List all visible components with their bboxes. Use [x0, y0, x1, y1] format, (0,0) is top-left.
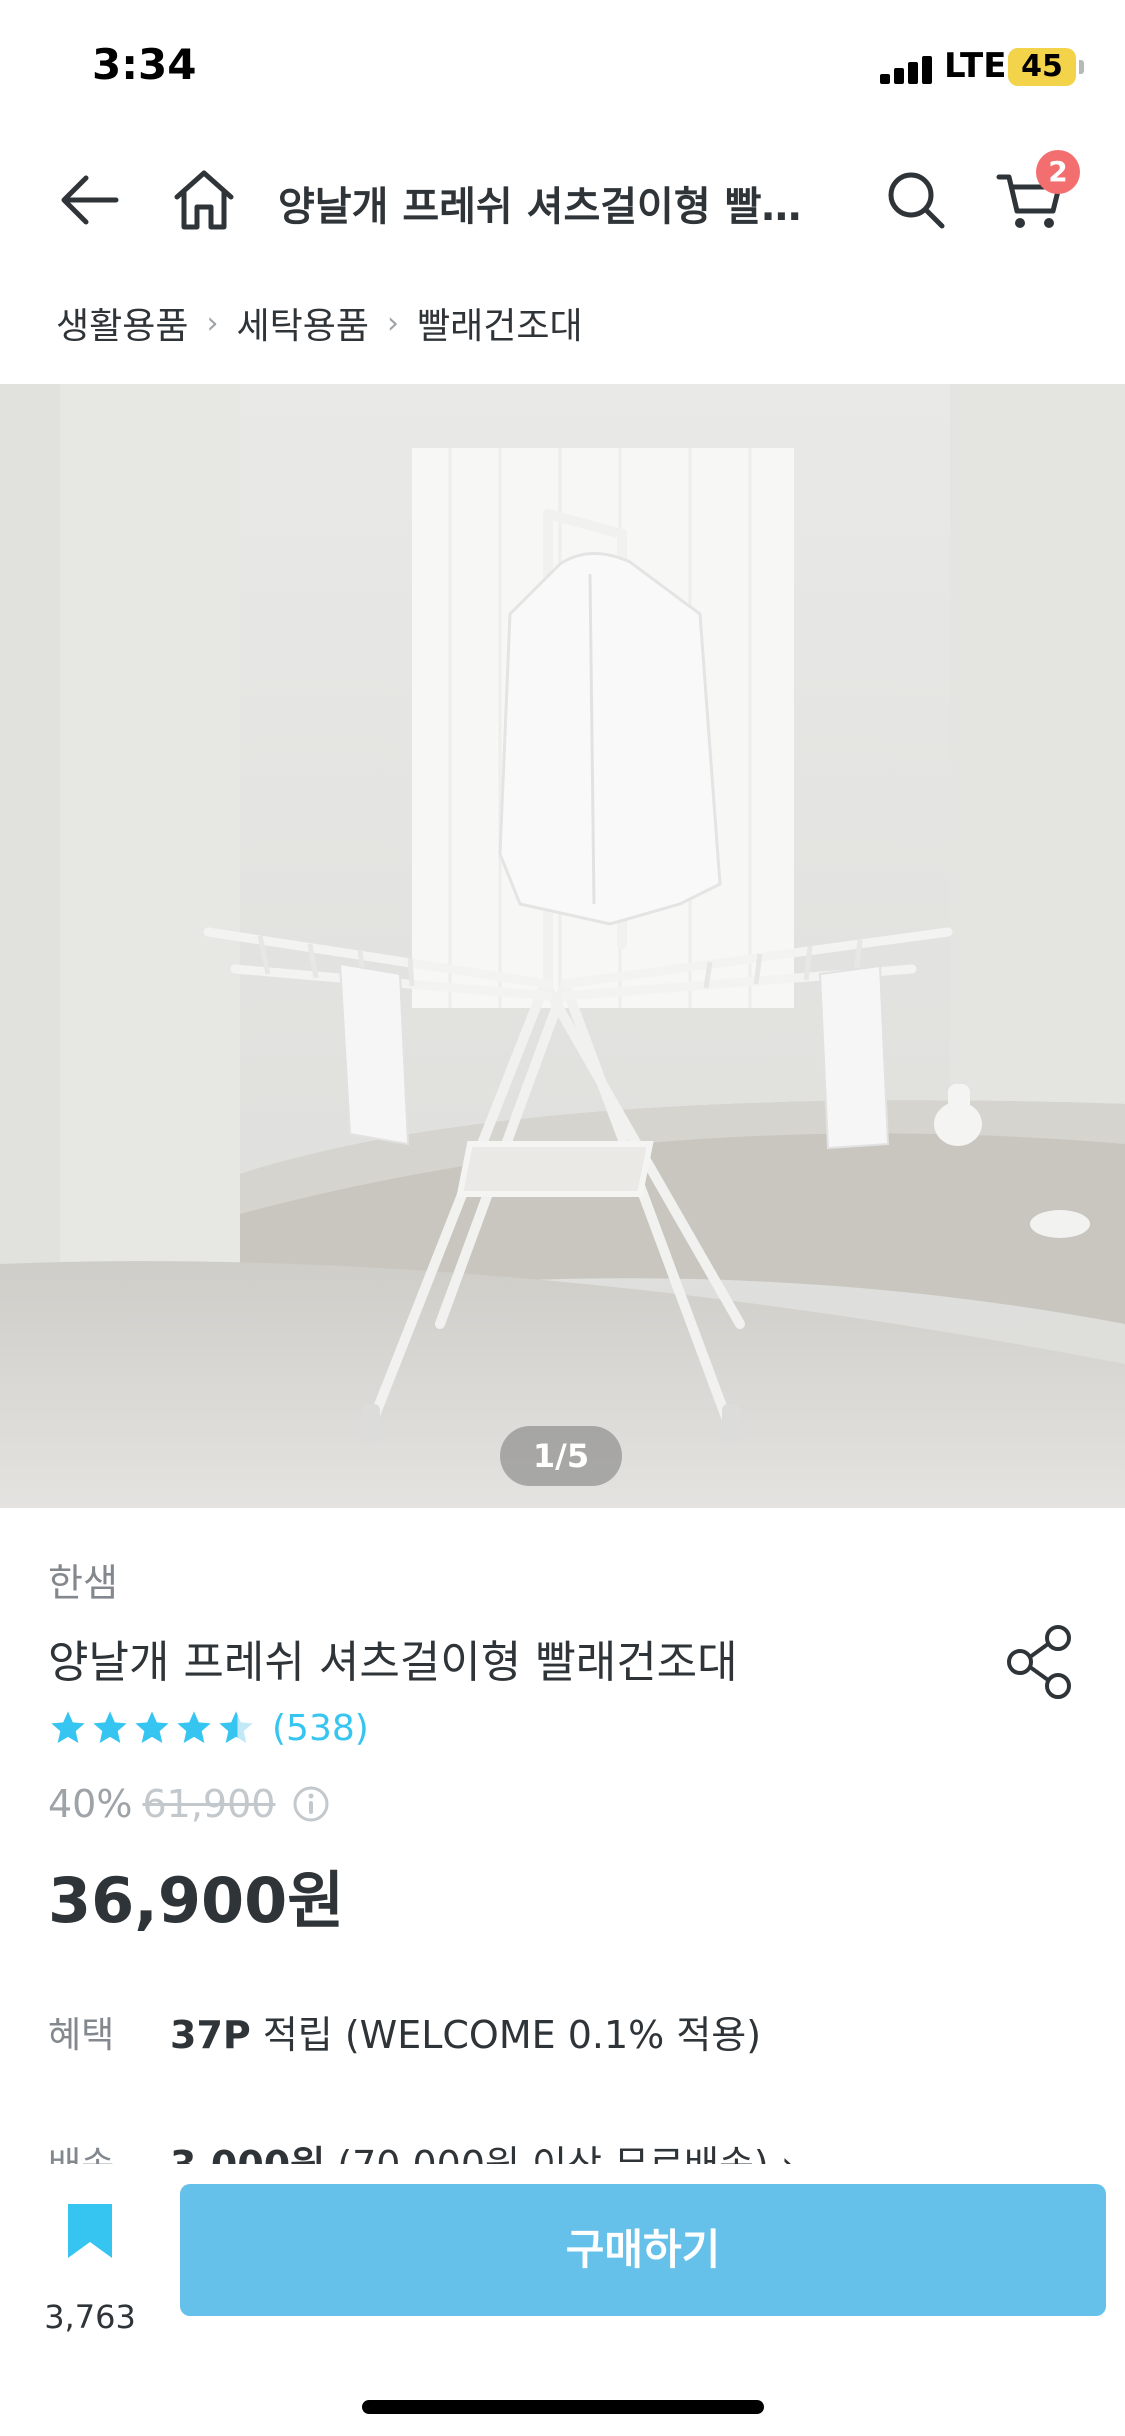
benefit-points: 37P — [170, 2013, 251, 2057]
home-indicator — [362, 2400, 764, 2414]
original-price: 61,900 — [142, 1782, 276, 1826]
battery-tip — [1079, 60, 1084, 74]
discount-rate: 40% — [48, 1782, 133, 1826]
star-icon — [177, 1711, 211, 1743]
status-bar: 3:34 LTE 45 — [0, 0, 1125, 140]
buy-button[interactable]: 구매하기 — [180, 2184, 1106, 2316]
rating-row[interactable]: (538) — [48, 1702, 369, 1754]
product-name: 양날개 프레쉬 셔츠걸이형 빨래건조대 — [48, 1637, 738, 1688]
chevron-right-icon: › — [386, 305, 399, 341]
network-label: LTE — [944, 46, 1007, 86]
breadcrumb: 생활용품 › 세탁용품 › 빨래건조대 — [56, 298, 583, 348]
cart-count-badge: 2 — [1036, 150, 1080, 194]
chevron-right-icon: › — [206, 305, 219, 341]
bookmark-count: 3,763 — [44, 2298, 136, 2336]
benefit-text: 37P 적립 (WELCOME 0.1% 적용) — [170, 2004, 761, 2059]
signal-icon — [880, 56, 938, 84]
benefit-label: 혜택 — [48, 2015, 115, 2056]
share-icon[interactable] — [1000, 1620, 1084, 1704]
battery-icon: 45 — [1008, 48, 1076, 86]
image-pager: 1/5 — [500, 1426, 622, 1486]
status-time: 3:34 — [92, 40, 197, 89]
breadcrumb-item[interactable]: 생활용품 — [56, 297, 188, 349]
home-icon[interactable] — [164, 160, 244, 240]
star-icon — [135, 1711, 169, 1743]
brand-name[interactable]: 한샘 — [48, 1552, 118, 1607]
breadcrumb-item[interactable]: 세탁용품 — [236, 297, 368, 349]
bottom-action-bar: 3,763 구매하기 — [0, 2164, 1125, 2436]
star-icon — [51, 1711, 85, 1743]
bookmark-button[interactable]: 3,763 — [40, 2194, 140, 2336]
nav-bar: 양날개 프레쉬 셔츠걸이형 빨래건조대 — [0, 140, 1125, 260]
discount-row: 40% 61,900 — [48, 1782, 331, 1826]
page-title: 양날개 프레쉬 셔츠걸이형 빨래건조대 — [278, 184, 838, 230]
star-icon — [93, 1711, 127, 1743]
product-image[interactable] — [0, 384, 1125, 1508]
benefit-detail: 적립 (WELCOME 0.1% 적용) — [250, 2013, 762, 2057]
sale-price: 36,900원 — [48, 1864, 345, 1937]
bookmark-icon — [68, 2204, 112, 2258]
search-icon[interactable] — [876, 160, 956, 240]
breadcrumb-item[interactable]: 빨래건조대 — [417, 297, 583, 349]
back-arrow-icon[interactable] — [50, 160, 130, 240]
info-icon[interactable] — [291, 1784, 331, 1824]
half-star-icon — [219, 1711, 253, 1743]
review-count[interactable]: (538) — [272, 1708, 369, 1749]
